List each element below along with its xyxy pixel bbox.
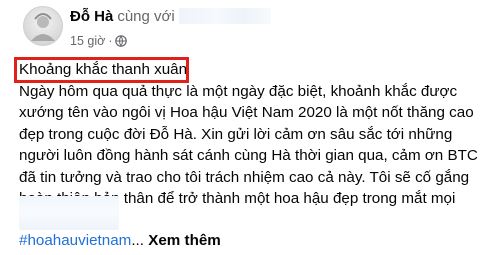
author-avatar[interactable]: [23, 6, 63, 46]
author-name[interactable]: Đỗ Hà: [70, 8, 113, 25]
post-footer: #hoahauvietnam... Xem thêm: [19, 231, 221, 251]
tagged-name-blurred: [178, 8, 271, 24]
with-text: cùng với: [117, 8, 175, 25]
post-meta: 15 giờ ·: [70, 33, 128, 51]
avatar-portrait-icon: [31, 13, 55, 41]
globe-icon: [115, 35, 128, 51]
post-heading: Khoảng khắc thanh xuân: [19, 61, 188, 78]
ellipsis: ...: [131, 232, 144, 249]
post-time[interactable]: 15 giờ: [70, 34, 105, 48]
see-more-link[interactable]: Xem thêm: [148, 232, 221, 249]
author-line: Đỗ Hà cùng với: [70, 8, 271, 26]
hashtag-link[interactable]: #hoahauvietnam: [19, 232, 131, 249]
meta-separator: ·: [108, 34, 113, 48]
blurred-content: [19, 196, 119, 230]
